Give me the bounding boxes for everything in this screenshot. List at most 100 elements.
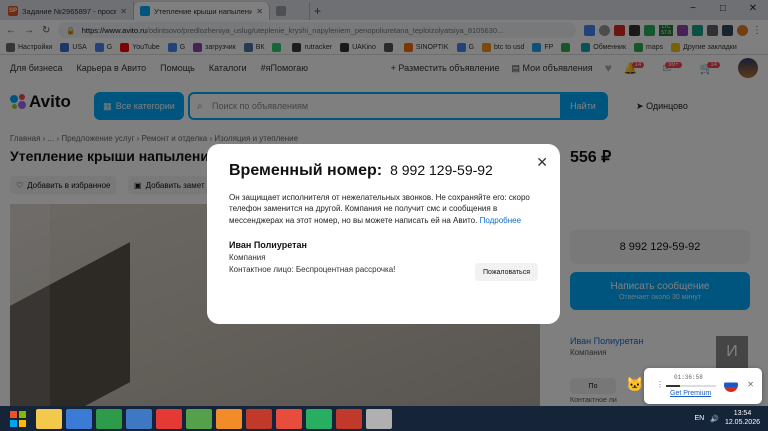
bookmark-item[interactable]: ВК (243, 42, 264, 52)
ltc-badge[interactable]: LTC 57.8 (659, 24, 673, 36)
bookmark-label: rutracker (304, 43, 333, 51)
tab-blank[interactable] (270, 2, 310, 20)
profile-icon[interactable] (737, 24, 748, 36)
report-button[interactable]: Пожаловаться (474, 263, 538, 281)
forward-icon[interactable]: → (24, 25, 34, 36)
back-icon[interactable]: ← (6, 25, 16, 36)
nav-help[interactable]: Помощь (160, 63, 195, 73)
extension-icon[interactable] (629, 24, 641, 36)
nav-catalogs[interactable]: Каталоги (209, 63, 247, 73)
bookmark-item[interactable]: UAKino (340, 42, 376, 52)
windows-helper-icon[interactable] (66, 408, 92, 429)
russia-flag-icon[interactable] (724, 378, 738, 392)
more-info-link[interactable]: Подробнее (480, 216, 522, 225)
breadcrumb[interactable]: Главная › ... › Предложение услуг › Ремо… (10, 134, 298, 143)
windows-taskbar: EN 🔊 13:54 12.05.2026 (0, 406, 768, 431)
bookmark-icon (120, 42, 130, 52)
get-premium-link[interactable]: Get Premium (670, 390, 711, 397)
add-note-button[interactable]: ▣ Добавить замет (128, 176, 218, 194)
chrome-icon[interactable] (96, 408, 122, 429)
bookmark-label: btc to usd (493, 43, 525, 51)
extension-icon[interactable] (692, 24, 703, 36)
bookmark-item[interactable]: загрузчик (193, 42, 236, 52)
bookmark-item[interactable]: maps (634, 42, 663, 52)
bookmark-item[interactable]: Другие закладки (671, 42, 737, 52)
nav-helping[interactable]: #яПомогаю (261, 63, 308, 73)
write-message-button[interactable]: Написать сообщение Отвечает около 30 мин… (570, 272, 750, 310)
close-player-icon[interactable]: ✕ (747, 380, 754, 389)
bookmark-item[interactable] (272, 42, 284, 52)
add-favorite-button[interactable]: ♡ Добавить в избранное (10, 176, 117, 194)
seller-action-button[interactable]: По (570, 378, 616, 394)
nav-business[interactable]: Для бизнеса (10, 63, 63, 73)
notifications-icon[interactable]: 🔔14 (624, 61, 650, 75)
translate-icon[interactable] (584, 24, 596, 36)
tab-avito[interactable]: Утепление крыши напылением п ✕ (134, 2, 270, 20)
star-icon[interactable] (599, 24, 611, 36)
bookmark-item[interactable]: FP (532, 42, 553, 52)
network-monitor-icon[interactable] (306, 408, 332, 429)
new-tab-button[interactable]: + (314, 2, 321, 20)
menu-icon[interactable]: ⋮ (752, 25, 762, 36)
messages-icon[interactable]: ✉99+ (662, 61, 687, 75)
tab-sp[interactable]: SP Задание №2965897 - просмотр з ✕ (2, 2, 134, 20)
modal-header: Временный номер: 8 992 129-59-92 (229, 162, 538, 180)
folder-icon[interactable] (366, 408, 392, 429)
bookmark-item[interactable]: Обменник (581, 42, 626, 52)
close-tab-icon[interactable]: ✕ (120, 7, 127, 16)
bookmark-item[interactable]: Настройки (6, 42, 52, 52)
bookmark-item[interactable]: rutracker (292, 42, 333, 52)
bookmark-item[interactable]: G (94, 42, 112, 52)
explorer-icon[interactable] (36, 408, 62, 429)
bookmark-item[interactable] (561, 42, 573, 52)
photo-prev-area[interactable] (10, 204, 50, 406)
bookmark-item[interactable]: btc to usd (481, 42, 525, 52)
search-placeholder: Поиск по объявлениям (212, 101, 309, 111)
bookmark-item[interactable]: SINOPTIK (403, 42, 449, 52)
extension-icon[interactable] (722, 24, 733, 36)
player-progress[interactable] (666, 385, 716, 387)
opera-icon[interactable] (336, 408, 362, 429)
address-bar[interactable]: 🔒 https://www.avito.ru /odintsovo/predlo… (58, 22, 577, 38)
post-ad-link[interactable]: + Разместить объявление (391, 63, 500, 73)
close-tab-icon[interactable]: ✕ (256, 7, 263, 16)
language-indicator[interactable]: EN (695, 415, 705, 422)
paint-icon[interactable] (276, 408, 302, 429)
aida64-icon[interactable] (246, 408, 272, 429)
network-icon[interactable] (126, 408, 152, 429)
media-player-icon[interactable] (216, 408, 242, 429)
avito-logo[interactable]: Avito (10, 92, 71, 112)
nav-career[interactable]: Карьера в Авито (77, 63, 147, 73)
player-menu-icon[interactable]: ⋮ (656, 380, 664, 389)
puzzle-icon[interactable] (707, 24, 718, 36)
start-button[interactable] (0, 406, 36, 431)
seller-avatar[interactable]: И (716, 336, 748, 368)
seller-name-link[interactable]: Иван Полиуретан (570, 336, 643, 346)
my-ads-link[interactable]: ▤ Мои объявления (511, 63, 592, 74)
close-window-button[interactable]: ✕ (738, 0, 768, 18)
clock[interactable]: 13:54 12.05.2026 (725, 410, 760, 427)
all-categories-button[interactable]: ▦ Все категории (94, 92, 184, 120)
search-input[interactable]: ⌕ Поиск по объявлениям (190, 94, 560, 118)
bookmark-item[interactable]: G (167, 42, 185, 52)
bookmark-item[interactable]: YouTube (120, 42, 160, 52)
volume-icon[interactable]: 🔊 (710, 415, 719, 423)
monitor-icon[interactable] (186, 408, 212, 429)
minimize-button[interactable]: − (678, 0, 708, 18)
search-button[interactable]: Найти (560, 94, 606, 118)
yandex-icon[interactable] (156, 408, 182, 429)
bookmark-item[interactable]: G (456, 42, 474, 52)
close-modal-icon[interactable]: ✕ (536, 154, 548, 171)
reload-icon[interactable]: ↻ (42, 25, 50, 36)
favorites-icon[interactable]: ♥ (605, 61, 612, 75)
bookmark-item[interactable] (383, 42, 396, 52)
extension-icon[interactable] (644, 24, 656, 36)
show-phone-button[interactable]: 8 992 129-59-92 (570, 230, 750, 264)
cart-icon[interactable]: 🛒14 (700, 61, 726, 75)
extension-icon[interactable] (677, 24, 688, 36)
flag-icon[interactable] (614, 24, 626, 36)
user-avatar[interactable] (738, 58, 758, 78)
location-selector[interactable]: ➤ Одинцово (636, 101, 688, 112)
maximize-button[interactable]: □ (708, 0, 738, 18)
bookmark-item[interactable]: USA (60, 42, 87, 52)
